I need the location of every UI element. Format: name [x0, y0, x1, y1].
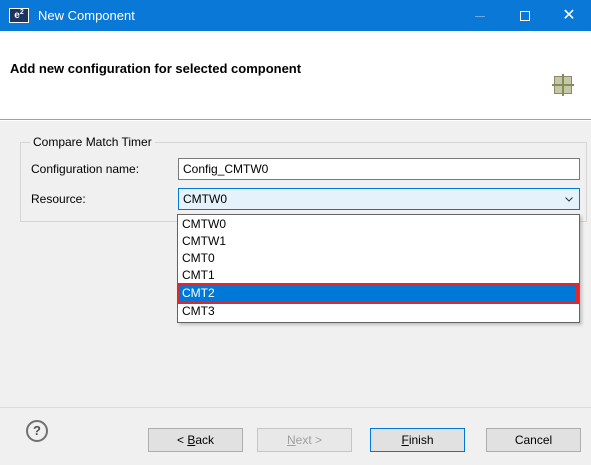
- resource-label: Resource:: [31, 192, 86, 206]
- back-button-prefix: <: [176, 433, 188, 447]
- maximize-button[interactable]: [503, 0, 547, 31]
- close-button[interactable]: ✕: [547, 0, 591, 31]
- maximize-icon: [520, 11, 530, 22]
- dropdown-option-cmt2[interactable]: CMT2: [178, 286, 579, 301]
- configuration-name-label: Configuration name:: [31, 162, 140, 176]
- cancel-button[interactable]: Cancel: [486, 428, 581, 452]
- next-button[interactable]: Next >: [257, 428, 352, 452]
- resource-select[interactable]: CMTW0: [178, 188, 580, 210]
- finish-button-rest: inish: [408, 433, 434, 447]
- next-button-rest: ext >: [295, 433, 323, 447]
- close-icon: ✕: [562, 7, 576, 24]
- finish-button-mnemonic: F: [401, 433, 409, 447]
- minimize-button[interactable]: [458, 0, 502, 31]
- configuration-name-field[interactable]: Config_CMTW0: [178, 158, 580, 180]
- dropdown-option-cmt3[interactable]: CMT3: [178, 304, 579, 319]
- help-icon[interactable]: ?: [26, 420, 48, 442]
- back-button[interactable]: < Back: [148, 428, 243, 452]
- page-title: Add new configuration for selected compo…: [10, 61, 302, 76]
- title-bar: e2 New Component ✕: [0, 0, 591, 31]
- next-button-mnemonic: N: [286, 433, 296, 447]
- wizard-header: Add new configuration for selected compo…: [0, 31, 591, 120]
- group-legend: Compare Match Timer: [30, 135, 155, 149]
- window-title: New Component: [38, 8, 135, 23]
- dropdown-option-cmt0[interactable]: CMT0: [178, 251, 579, 266]
- dropdown-option-cmt1[interactable]: CMT1: [178, 268, 579, 283]
- minimize-icon: [475, 15, 485, 17]
- wizard-footer: ? < Back Next > Finish Cancel: [0, 407, 591, 465]
- e2-studio-app-icon: e2: [9, 8, 29, 23]
- dropdown-option-cmtw0[interactable]: CMTW0: [178, 217, 579, 232]
- app-icon-superscript: 2: [19, 9, 24, 16]
- chevron-down-icon: [565, 197, 573, 202]
- component-grid-icon: [552, 74, 574, 96]
- resource-dropdown-list: CMTW0 CMTW1 CMT0 CMT1 CMT2 CMT3: [177, 214, 580, 323]
- compare-match-timer-group: Compare Match Timer Configuration name: …: [20, 135, 587, 222]
- finish-button[interactable]: Finish: [370, 428, 465, 452]
- back-button-rest: ack: [195, 433, 215, 447]
- resource-selected-value: CMTW0: [183, 192, 227, 206]
- dropdown-option-cmtw1[interactable]: CMTW1: [178, 234, 579, 249]
